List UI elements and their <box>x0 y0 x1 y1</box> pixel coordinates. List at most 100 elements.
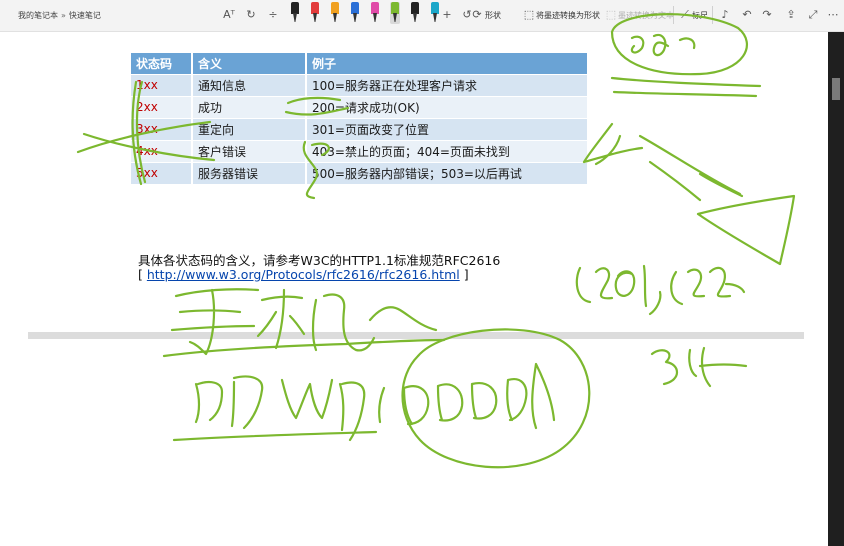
table-row: 2xx 成功 200=请求成功(OK) <box>131 95 589 118</box>
ink-stroke <box>582 122 644 166</box>
pen-7-button[interactable] <box>410 2 420 24</box>
pen-body <box>413 13 417 22</box>
example-cell: 301=页面改变了位置 <box>306 117 589 140</box>
breadcrumb-notebook[interactable]: 我的笔记本 <box>18 11 58 20</box>
ink-stroke <box>311 293 376 352</box>
link-bracket-close: ] <box>459 267 469 282</box>
pen-tip <box>371 2 379 14</box>
example-cell: 500=服务器内部错误；503=以后再试 <box>306 161 589 184</box>
ink-stroke <box>368 306 438 332</box>
toolbar-divider <box>673 6 674 24</box>
undo-icon[interactable]: ↶ <box>740 8 754 22</box>
rfc2616-link[interactable]: http://www.w3.org/Protocols/rfc2616/rfc2… <box>147 267 460 282</box>
pen-body <box>393 13 397 22</box>
reference-link-line: [ http://www.w3.org/Protocols/rfc2616/rf… <box>138 267 469 282</box>
ink-stroke <box>378 386 386 424</box>
meaning-cell: 重定向 <box>192 117 307 140</box>
status-code-cell: 2xx <box>131 95 193 118</box>
ink-to-shape-button[interactable]: 将墨迹转换为形状 <box>536 10 600 21</box>
ink-stroke <box>575 264 648 308</box>
ink-stroke <box>638 134 744 198</box>
pen-tip <box>411 2 419 14</box>
status-code-cell: 3xx <box>131 117 193 140</box>
pen-tip <box>391 2 399 14</box>
breadcrumb-separator: » <box>61 11 66 20</box>
ink-stroke <box>650 346 748 388</box>
ink-stroke <box>194 375 264 430</box>
pen-5-button[interactable] <box>370 2 380 24</box>
table-row: 4xx 客户错误 403=禁止的页面；404=页面未找到 <box>131 139 589 162</box>
insert-space-icon[interactable]: ÷ <box>266 8 280 22</box>
text-cursor-icon[interactable]: Aᵀ <box>222 8 236 22</box>
pen-8-button[interactable] <box>430 2 440 24</box>
ink-stroke <box>436 383 464 422</box>
ink-stroke <box>531 362 556 430</box>
ruler-button[interactable]: 标尺 <box>692 10 708 21</box>
example-cell: 403=禁止的页面；404=页面未找到 <box>306 139 589 162</box>
pen-4-button[interactable] <box>350 2 360 24</box>
toolbar-divider <box>712 6 713 24</box>
ink-stroke <box>648 266 746 316</box>
ink-stroke <box>470 382 498 420</box>
ink-stroke <box>402 385 430 426</box>
ink-to-shape-icon[interactable]: ⬚ <box>522 8 536 22</box>
table-header-row: 状态码 含义 例子 <box>131 53 589 74</box>
pen-body <box>433 13 437 22</box>
more-icon[interactable]: ⋯ <box>826 8 840 22</box>
add-pen-icon[interactable]: + <box>440 8 454 22</box>
meaning-cell: 服务器错误 <box>192 161 307 184</box>
header-example: 例子 <box>306 53 589 74</box>
meaning-cell: 成功 <box>192 95 307 118</box>
pen-body <box>353 13 357 22</box>
table-row: 3xx 重定向 301=页面改变了位置 <box>131 117 589 140</box>
example-cell: 100=服务器正在处理客户请求 <box>306 73 589 96</box>
page-divider <box>28 332 804 339</box>
meaning-cell: 通知信息 <box>192 73 307 96</box>
example-cell: 200=请求成功(OK) <box>306 95 589 118</box>
scrollbar-track[interactable] <box>828 32 844 546</box>
table-row: 5xx 服务器错误 500=服务器内部错误；503=以后再试 <box>131 161 589 184</box>
breadcrumb[interactable]: 我的笔记本» 快速笔记 <box>18 10 101 21</box>
pen-tip <box>431 2 439 14</box>
ink-stroke <box>162 338 446 358</box>
breadcrumb-section[interactable]: 快速笔记 <box>69 11 101 20</box>
pen-tip <box>311 2 319 14</box>
pen-3-button[interactable] <box>330 2 340 24</box>
shapes-button[interactable]: 形状 <box>485 10 501 21</box>
lasso-select-icon[interactable]: ↻ <box>244 8 258 22</box>
shapes-icon[interactable]: ⟳ <box>472 8 482 22</box>
pen-body <box>313 13 317 22</box>
ink-stroke <box>280 378 366 442</box>
ink-stroke <box>256 288 306 350</box>
pen-body <box>333 13 337 22</box>
pen-2-button[interactable] <box>310 2 320 24</box>
status-code-table: 状态码 含义 例子 1xx 通知信息 100=服务器正在处理客户请求 2xx 成… <box>131 53 589 184</box>
pen-body <box>373 13 377 22</box>
ink-stroke <box>506 378 528 422</box>
ink-stroke <box>610 76 762 98</box>
expand-icon[interactable]: ⤢ <box>806 8 820 22</box>
pen-tip <box>291 2 299 14</box>
pen-1-button[interactable] <box>290 2 300 24</box>
pen-body <box>293 13 297 22</box>
pen-tip <box>351 2 359 14</box>
status-code-cell: 1xx <box>131 73 193 96</box>
status-code-cell: 4xx <box>131 139 193 162</box>
redo-icon[interactable]: ↷ <box>760 8 774 22</box>
ink-stroke <box>648 160 702 202</box>
ink-to-text-icon: ⬚ <box>605 8 617 21</box>
ruler-icon[interactable]: ⟋ <box>678 8 692 22</box>
share-icon[interactable]: ⇪ <box>784 8 798 22</box>
ink-stroke <box>172 430 378 442</box>
status-code-cell: 5xx <box>131 161 193 184</box>
meaning-cell: 客户错误 <box>192 139 307 162</box>
header-status-code: 状态码 <box>131 53 193 74</box>
header-meaning: 含义 <box>192 53 307 74</box>
scrollbar-thumb[interactable] <box>832 78 840 100</box>
table-row: 1xx 通知信息 100=服务器正在处理客户请求 <box>131 73 589 96</box>
ink-stroke <box>401 328 591 469</box>
ink-stroke <box>630 33 696 57</box>
ink-to-text-button: 墨迹转换为文本 <box>618 11 674 20</box>
bell-icon[interactable]: ♪ <box>718 8 732 22</box>
pen-6-button[interactable] <box>390 2 400 24</box>
